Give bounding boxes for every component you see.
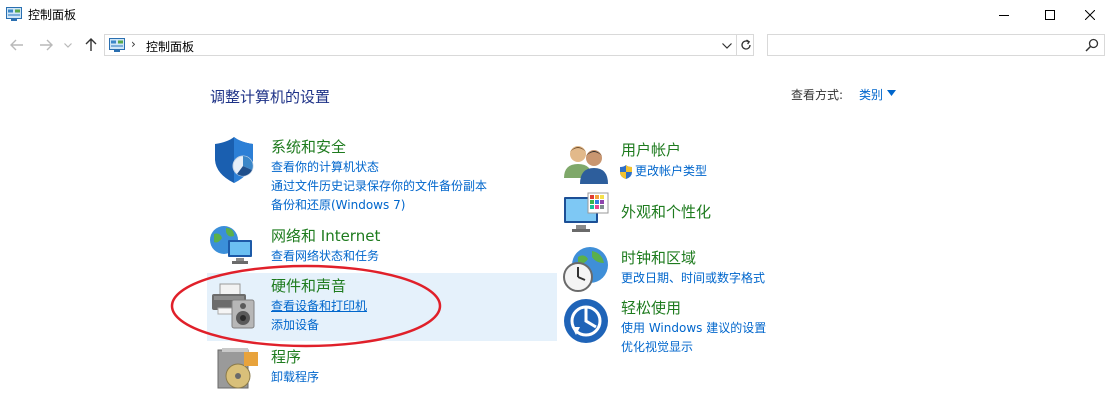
category-hardware-sound: 硬件和声音 查看设备和打印机 添加设备 (271, 275, 367, 335)
chevron-down-icon (64, 42, 72, 48)
recent-locations-button[interactable] (63, 37, 73, 53)
category-title[interactable]: 网络和 Internet (271, 225, 380, 246)
category-ease-of-access: 轻松使用 使用 Windows 建议的设置 优化视觉显示 (621, 297, 766, 357)
ease-of-access-icon[interactable] (562, 297, 610, 345)
search-icon[interactable] (1085, 38, 1099, 52)
refresh-button[interactable] (738, 37, 754, 53)
category-system-security: 系统和安全 查看你的计算机状态 通过文件历史记录保存你的文件备份副本 备份和还原… (271, 136, 487, 215)
shield-icon[interactable] (210, 136, 258, 184)
refresh-icon (741, 39, 751, 50)
category-clock-region: 时钟和区域 更改日期、时间或数字格式 (621, 247, 765, 288)
control-panel-icon (109, 38, 125, 52)
address-dropdown-button[interactable] (719, 38, 735, 54)
up-button[interactable] (83, 37, 99, 53)
change-account-type-row: 更改帐户类型 (620, 162, 707, 181)
monitor-palette-icon[interactable] (562, 191, 610, 239)
uac-shield-icon (620, 164, 632, 179)
category-title[interactable]: 时钟和区域 (621, 247, 765, 268)
hardware-hover-highlight (207, 273, 557, 341)
category-link[interactable]: 添加设备 (271, 316, 367, 335)
users-icon[interactable] (562, 138, 610, 186)
address-divider (736, 35, 737, 55)
clock-globe-icon[interactable] (562, 245, 610, 293)
control-panel-icon (6, 7, 22, 21)
category-link[interactable]: 通过文件历史记录保存你的文件备份副本 (271, 177, 487, 196)
category-title[interactable]: 用户帐户 (621, 139, 707, 160)
window-title: 控制面板 (28, 8, 77, 22)
forward-button[interactable] (38, 37, 54, 53)
category-link[interactable]: 备份和还原(Windows 7) (271, 196, 487, 215)
category-title[interactable]: 硬件和声音 (271, 275, 367, 296)
category-link[interactable]: 使用 Windows 建议的设置 (621, 319, 766, 338)
printer-speaker-icon[interactable] (210, 282, 258, 330)
control-panel-window: 控制面板 › 控制面板 调整计算机的设置 查看方式: 类别 系统和安全 查看你的… (0, 0, 1113, 396)
search-input[interactable] (772, 37, 1072, 53)
back-button[interactable] (9, 37, 25, 53)
title-bar: 控制面板 (0, 0, 1113, 30)
category-title[interactable]: 外观和个性化 (621, 201, 711, 222)
breadcrumb-separator[interactable]: › (131, 37, 136, 51)
category-link[interactable]: 优化视觉显示 (621, 338, 766, 357)
up-arrow-icon (85, 38, 97, 51)
category-title[interactable]: 程序 (271, 346, 319, 367)
chevron-down-icon (722, 43, 732, 49)
category-programs: 程序 卸载程序 (271, 346, 319, 387)
back-arrow-icon (10, 39, 23, 51)
maximize-icon (1045, 10, 1055, 20)
category-link[interactable]: 更改帐户类型 (635, 162, 707, 181)
view-by-dropdown[interactable]: 类别 (859, 86, 883, 103)
search-box[interactable] (767, 34, 1105, 56)
network-globe-icon[interactable] (208, 220, 256, 268)
address-bar[interactable]: › 控制面板 (104, 34, 754, 56)
close-icon (1085, 10, 1095, 20)
category-network-internet: 网络和 Internet 查看网络状态和任务 (271, 225, 380, 266)
caret-down-icon[interactable] (887, 90, 896, 96)
category-appearance-personalization: 外观和个性化 (621, 201, 711, 222)
category-title[interactable]: 轻松使用 (621, 297, 766, 318)
close-button[interactable] (1067, 0, 1113, 30)
view-by-label: 查看方式: (791, 88, 844, 102)
minimize-icon (999, 15, 1009, 16)
breadcrumb-control-panel[interactable]: 控制面板 (146, 38, 194, 55)
category-link[interactable]: 更改日期、时间或数字格式 (621, 269, 765, 288)
devices-printers-link[interactable]: 查看设备和打印机 (271, 297, 367, 316)
category-title[interactable]: 系统和安全 (271, 136, 487, 157)
minimize-button[interactable] (981, 0, 1027, 30)
page-title: 调整计算机的设置 (210, 88, 331, 106)
category-link[interactable]: 查看网络状态和任务 (271, 247, 380, 266)
category-user-accounts: 用户帐户 更改帐户类型 (620, 139, 707, 181)
category-link[interactable]: 查看你的计算机状态 (271, 158, 487, 177)
forward-arrow-icon (40, 39, 53, 51)
category-link[interactable]: 卸载程序 (271, 368, 319, 387)
programs-disc-icon[interactable] (214, 344, 262, 392)
